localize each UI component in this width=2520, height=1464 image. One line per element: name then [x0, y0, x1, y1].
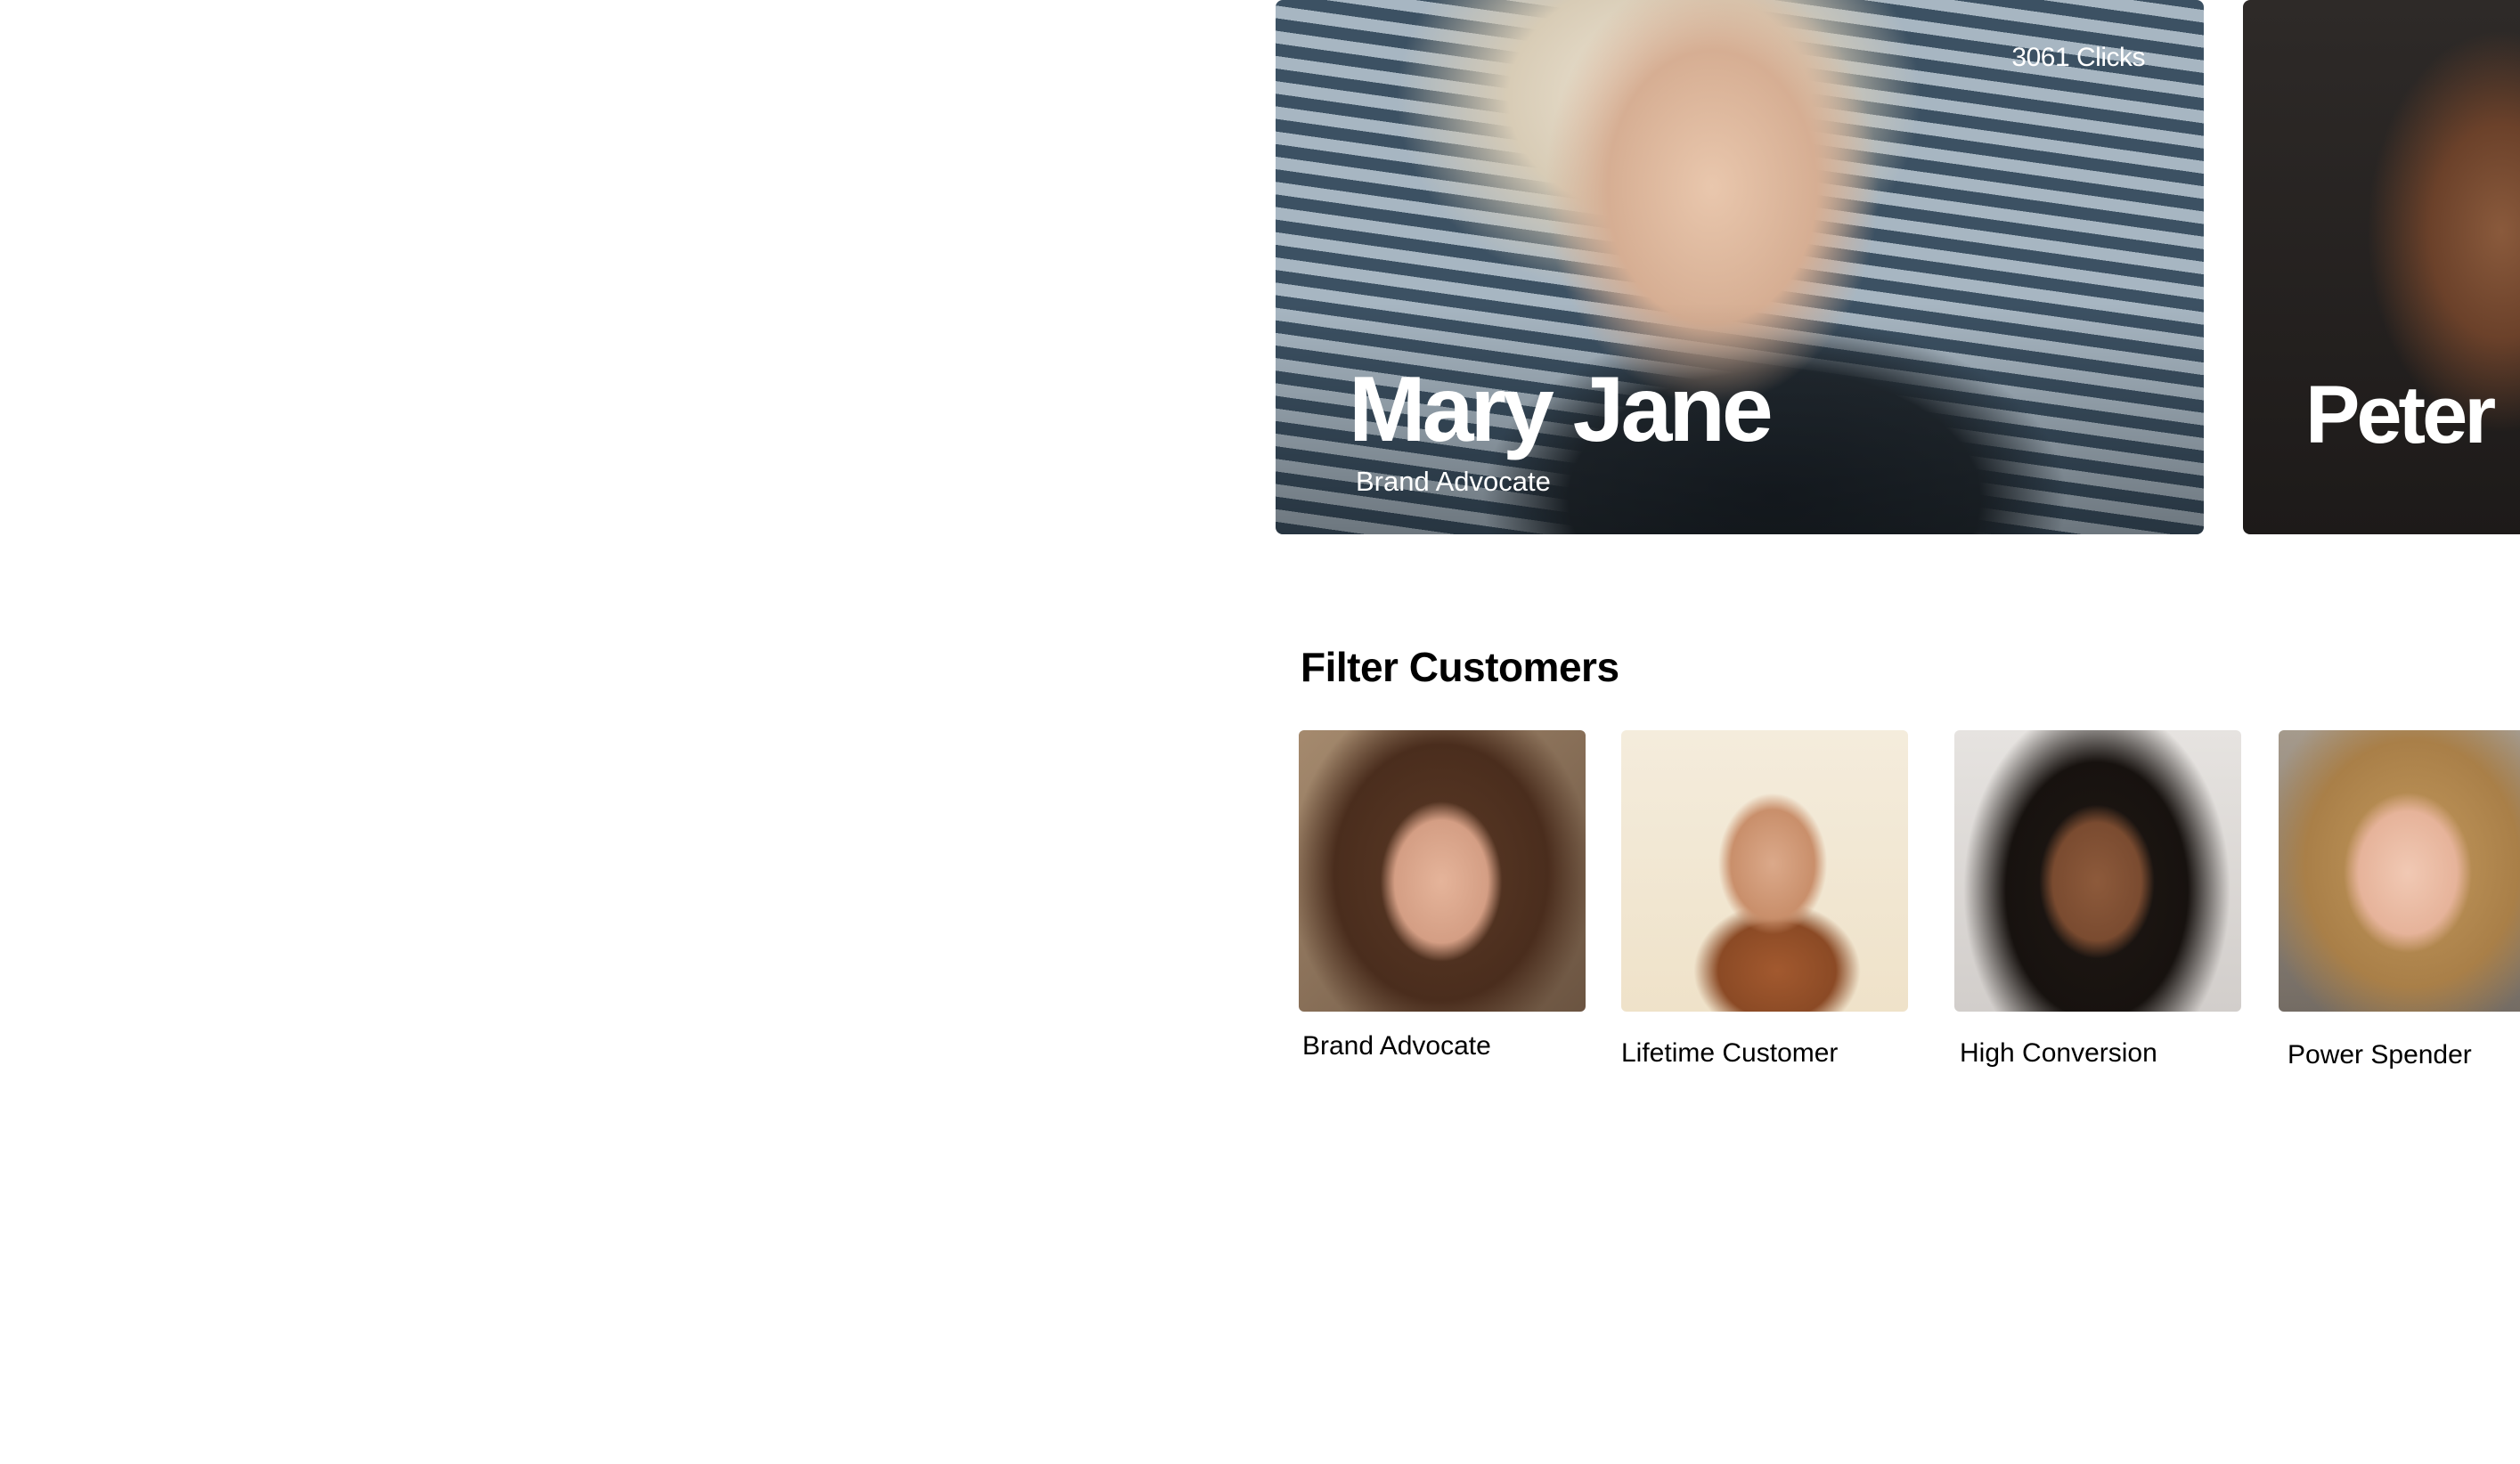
filter-section-title: Filter Customers	[1301, 644, 1619, 690]
filter-option-high-conversion[interactable]: High Conversion	[1954, 730, 2241, 1069]
customer-name: Mary Jane	[1349, 358, 1774, 461]
customer-role: Brand Advocate	[1356, 466, 1551, 497]
customer-photo	[1299, 730, 1586, 1012]
filter-option-lifetime-customer[interactable]: Lifetime Customer	[1621, 730, 1908, 1069]
filter-option-brand-advocate[interactable]: Brand Advocate	[1299, 730, 1586, 1061]
featured-customer-card[interactable]: 3061 Clicks Mary Jane Brand Advocate	[1276, 0, 2204, 534]
clicks-count: 3061 Clicks	[2011, 43, 2145, 72]
customer-photo	[2279, 730, 2520, 1012]
filter-label: Brand Advocate	[1302, 1031, 1491, 1061]
filter-label: Power Spender	[2288, 1040, 2472, 1070]
customer-photo	[1954, 730, 2241, 1012]
next-customer-card[interactable]: Peter	[2243, 0, 2520, 534]
filter-option-power-spender[interactable]: Power Spender	[2279, 730, 2520, 1070]
customer-photo	[1621, 730, 1908, 1012]
customer-name: Peter	[2305, 370, 2496, 460]
filter-label: High Conversion	[1960, 1038, 2157, 1068]
filter-label: Lifetime Customer	[1621, 1038, 1839, 1068]
